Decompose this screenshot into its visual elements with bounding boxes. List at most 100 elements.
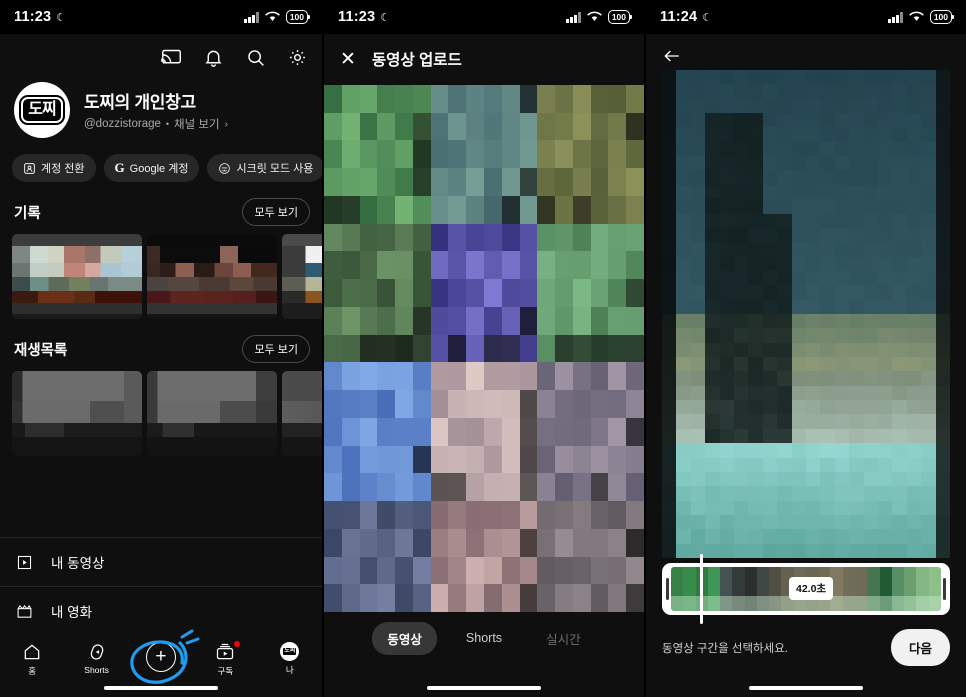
playlist-thumbnails[interactable] — [0, 371, 322, 456]
nav-shorts[interactable]: Shorts — [68, 642, 126, 675]
channel-meta[interactable]: @dozzistorage • 채널 보기 › — [84, 116, 228, 132]
status-time: 11:23 — [338, 9, 376, 25]
view-channel-link[interactable]: 채널 보기 — [174, 116, 220, 132]
bottom-spacer — [324, 659, 644, 697]
list-item[interactable] — [282, 234, 322, 319]
signal-icon — [566, 11, 581, 23]
you-avatar-icon: 도찌 — [280, 642, 300, 661]
settings-icon[interactable] — [286, 46, 308, 68]
google-account-chip[interactable]: G Google 계정 — [103, 154, 200, 182]
trim-control[interactable]: 42.0초 — [662, 554, 950, 624]
search-icon[interactable] — [244, 46, 266, 68]
home-indicator — [104, 686, 218, 690]
history-title: 기록 — [14, 205, 41, 222]
do-not-disturb-moon-icon: ☾ — [56, 11, 67, 24]
menu-item-my-movies[interactable]: 내 영화 — [0, 586, 322, 635]
page-title: 동영상 업로드 — [371, 52, 462, 69]
incognito-label: 시크릿 모드 사용 — [236, 163, 314, 175]
switch-account-icon — [24, 162, 35, 174]
close-icon[interactable]: ✕ — [340, 50, 356, 69]
upload-picker-panel: 11:23 ☾ 100 ✕ 동영상 업로드 동영상 Shorts 실시간 — [322, 0, 644, 697]
switch-account-chip[interactable]: 계정 전환 — [12, 154, 96, 182]
subscriptions-icon — [217, 643, 234, 660]
my-videos-icon — [17, 555, 32, 569]
list-item[interactable] — [12, 234, 142, 319]
battery-indicator: 100 — [607, 10, 633, 24]
history-view-all-button[interactable]: 모두 보기 — [242, 198, 310, 226]
my-movies-icon — [17, 604, 32, 618]
nav-create[interactable]: + — [132, 642, 190, 672]
nav-label: 나 — [285, 665, 294, 675]
nav-label: 구독 — [217, 666, 234, 676]
status-time: 11:24 — [660, 9, 698, 25]
nav-home[interactable]: 홈 — [3, 642, 61, 677]
wifi-icon — [909, 11, 924, 21]
do-not-disturb-moon-icon: ☾ — [702, 11, 713, 24]
battery-indicator: 100 — [929, 10, 955, 24]
list-item[interactable] — [147, 371, 277, 456]
cast-icon[interactable] — [160, 46, 182, 68]
trim-handle-right[interactable] — [943, 578, 946, 600]
wifi-icon — [587, 11, 602, 21]
trim-handle-left[interactable] — [666, 578, 669, 600]
status-time: 11:23 — [14, 9, 52, 25]
pixelated-thumbnail-grid[interactable] — [324, 85, 644, 612]
tab-shorts[interactable]: Shorts — [451, 624, 517, 652]
menu-item-label: 내 동영상 — [51, 556, 105, 571]
next-button[interactable]: 다음 — [890, 629, 950, 666]
meta-separator: • — [165, 119, 170, 129]
list-item[interactable] — [147, 234, 277, 319]
tab-live[interactable]: 실시간 — [531, 622, 596, 655]
create-plus-icon[interactable]: + — [145, 642, 176, 672]
notifications-icon[interactable] — [202, 46, 224, 68]
trim-footer: 동영상 구간을 선택하세요. 다음 — [646, 615, 966, 697]
status-bar: 11:24 ☾ 100 — [646, 0, 966, 34]
nav-label: Shorts — [84, 665, 109, 675]
video-preview[interactable] — [662, 70, 950, 558]
list-item[interactable] — [282, 371, 322, 456]
nav-subscriptions[interactable]: 구독 — [196, 641, 254, 677]
avatar-label: 도찌 — [19, 95, 65, 125]
signal-icon — [244, 11, 259, 23]
upload-type-tabs: 동영상 Shorts 실시간 — [324, 617, 644, 659]
channel-handle: @dozzistorage — [84, 118, 161, 130]
google-g-icon: G — [114, 160, 125, 175]
do-not-disturb-moon-icon: ☾ — [380, 11, 391, 24]
status-bar: 11:23 ☾ 100 — [0, 0, 322, 34]
playlists-view-all-button[interactable]: 모두 보기 — [242, 335, 310, 363]
playhead[interactable] — [700, 554, 703, 624]
channel-name: 도찌의 개인창고 — [84, 93, 196, 112]
account-menu-list: 내 동영상 내 영화 — [0, 537, 322, 635]
profile-header[interactable]: 도찌 도찌의 개인창고 @dozzistorage • 채널 보기 › — [0, 76, 322, 138]
badge-dot — [234, 641, 241, 647]
status-bar: 11:23 ☾ 100 — [324, 0, 644, 34]
home-indicator — [749, 686, 863, 690]
media-grid[interactable] — [324, 85, 644, 612]
switch-account-label: 계정 전환 — [41, 163, 85, 175]
home-icon — [24, 644, 40, 660]
signal-icon — [888, 11, 903, 23]
avatar[interactable]: 도찌 — [14, 82, 70, 138]
playlists-section-header: 재생목록 모두 보기 — [0, 319, 322, 371]
wifi-icon — [265, 11, 280, 21]
duration-badge: 42.0초 — [789, 577, 834, 600]
nav-label: 홈 — [28, 666, 37, 676]
chevron-right-icon: › — [224, 118, 228, 130]
menu-item-my-videos[interactable]: 내 동영상 — [0, 537, 322, 586]
incognito-chip[interactable]: 시크릿 모드 사용 — [207, 154, 322, 182]
list-item[interactable] — [12, 371, 142, 456]
tab-video[interactable]: 동영상 — [372, 621, 437, 655]
account-panel: 11:23 ☾ 100 도찌 도찌의 개인창고 @dozzistorage • … — [0, 0, 322, 697]
upload-header: ✕ 동영상 업로드 — [324, 34, 644, 84]
account-chips: 계정 전환 G Google 계정 시크릿 모드 사용 — [0, 138, 322, 182]
history-section-header: 기록 모두 보기 — [0, 182, 322, 234]
playlists-title: 재생목록 — [14, 342, 68, 359]
trim-hint-text: 동영상 구간을 선택하세요. — [662, 643, 788, 655]
history-thumbnails[interactable] — [0, 234, 322, 319]
back-arrow-icon — [664, 50, 679, 62]
home-indicator — [427, 686, 541, 690]
header-icons — [0, 34, 322, 76]
nav-you[interactable]: 도찌 나 — [261, 642, 319, 676]
google-account-label: Google 계정 — [129, 163, 189, 175]
shorts-icon — [90, 644, 103, 660]
